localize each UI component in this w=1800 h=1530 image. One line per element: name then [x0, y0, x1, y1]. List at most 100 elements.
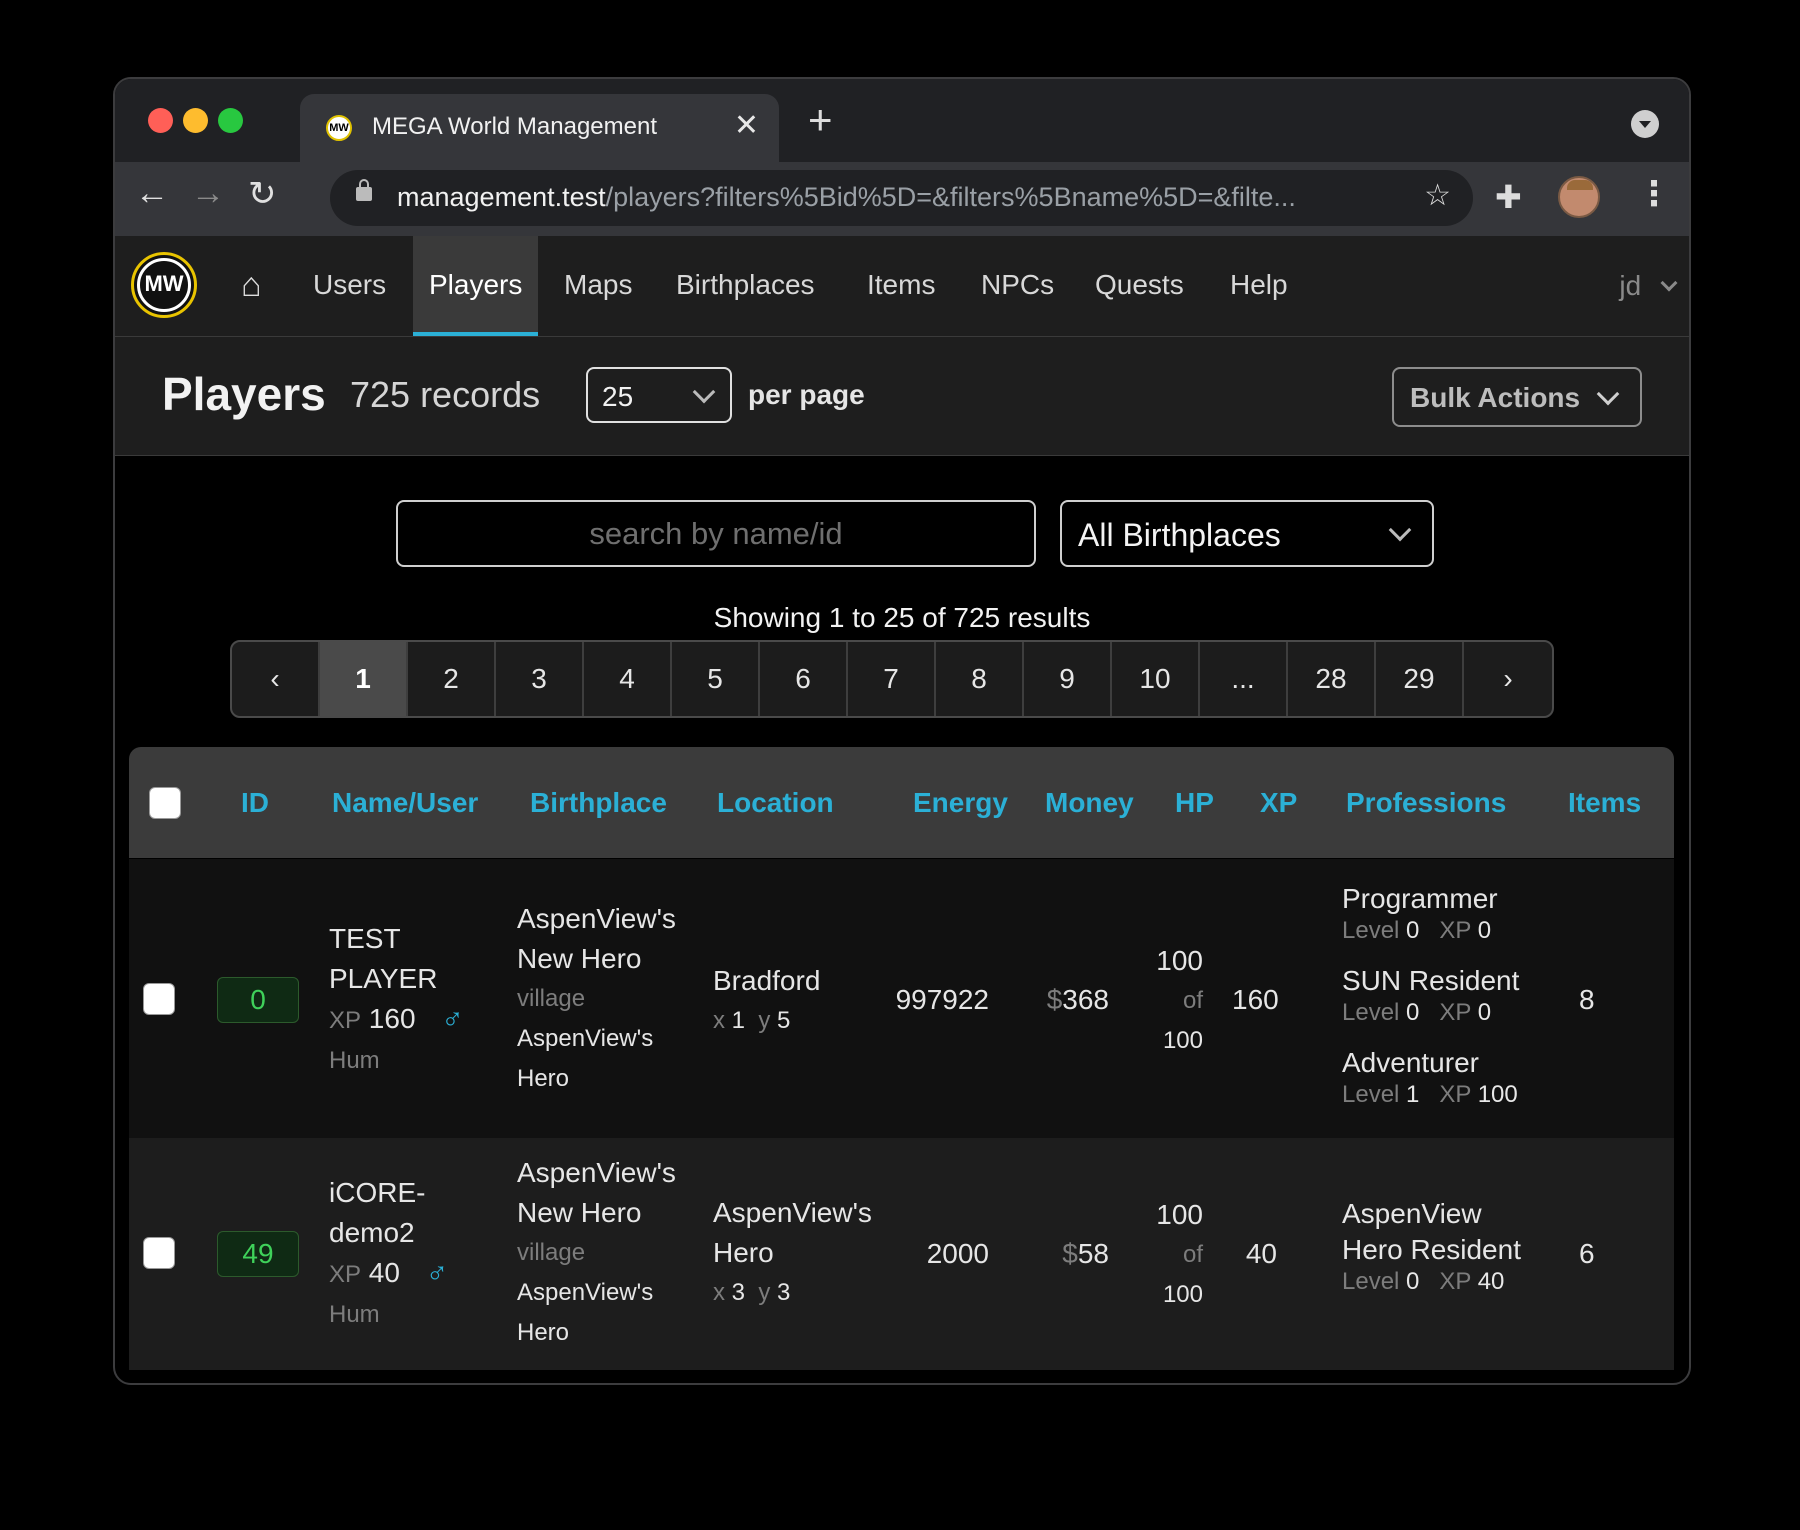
home-icon[interactable]: ⌂	[241, 266, 262, 305]
column-location[interactable]: Location	[717, 787, 834, 819]
profession-name-line1: AspenView	[1342, 1198, 1482, 1229]
profile-avatar[interactable]	[1558, 176, 1600, 218]
reload-icon[interactable]: ↻	[248, 174, 277, 214]
per-page-value: 25	[602, 381, 634, 412]
profession-xp: 0	[1477, 999, 1492, 1026]
browser-tab[interactable]: MW MEGA World Management ✕	[300, 94, 779, 162]
y-label: y	[758, 1279, 771, 1306]
forward-arrow-icon[interactable]: →	[191, 174, 225, 213]
prof-xp-label: XP	[1439, 917, 1472, 944]
page-link-1[interactable]: 1	[320, 642, 408, 716]
player-id-badge[interactable]: 49	[217, 1231, 299, 1277]
bulk-actions-button[interactable]: Bulk Actions	[1392, 367, 1642, 427]
money-sign: $	[1062, 1238, 1078, 1269]
nav-item-quests[interactable]: Quests	[1095, 236, 1184, 332]
nav-item-maps[interactable]: Maps	[564, 236, 632, 332]
page-link-2[interactable]: 2	[408, 642, 496, 716]
search-input[interactable]	[396, 500, 1036, 567]
logo-text: MW	[137, 258, 191, 312]
birthplace-cell: AspenView's New Hero village AspenView's…	[517, 1153, 676, 1353]
location-name-line1: AspenView's	[713, 1197, 872, 1228]
column-professions[interactable]: Professions	[1346, 787, 1506, 819]
minimize-window-button[interactable]	[183, 108, 208, 133]
items-count[interactable]: 6	[1579, 1234, 1595, 1274]
player-name[interactable]: iCORE- demo2 XP 40 ♂ Hum	[329, 1173, 448, 1335]
player-name-line1: TEST	[329, 923, 401, 954]
table-row[interactable]: 49 iCORE- demo2 XP 40 ♂ Hum AspenView's …	[129, 1138, 1674, 1370]
nav-item-help[interactable]: Help	[1230, 236, 1288, 332]
page-ellipsis: ...	[1200, 642, 1288, 716]
player-name[interactable]: TEST PLAYER XP 160 ♂ Hum	[329, 919, 464, 1081]
money-sign: $	[1046, 984, 1063, 1015]
prev-page-icon[interactable]: ‹	[232, 642, 320, 716]
birthplace-name-line2: New Hero	[517, 1197, 642, 1228]
hp-max: 100	[1162, 1027, 1203, 1054]
close-window-button[interactable]	[148, 108, 173, 133]
user-menu[interactable]: jd	[1619, 270, 1678, 302]
tab-close-icon[interactable]: ✕	[734, 108, 759, 143]
birthplace-map-line2: Hero	[517, 1319, 570, 1346]
page-link-9[interactable]: 9	[1024, 642, 1112, 716]
player-id-badge[interactable]: 0	[217, 977, 299, 1023]
column-items[interactable]: Items	[1568, 787, 1641, 819]
column-money[interactable]: Money	[1045, 787, 1134, 819]
profession-item: AspenView Hero Resident Level 0 XP 40	[1342, 1196, 1521, 1296]
column-energy[interactable]: Energy	[913, 787, 1008, 819]
table-header: ID Name/User Birthplace Location Energy …	[129, 747, 1674, 858]
maximize-window-button[interactable]	[218, 108, 243, 133]
extensions-puzzle-icon[interactable]: ✚	[1495, 178, 1522, 216]
column-name-user[interactable]: Name/User	[332, 787, 478, 819]
browser-menu-icon[interactable]: ⋮	[1637, 174, 1671, 214]
back-arrow-icon[interactable]: ←	[135, 174, 169, 213]
birthplace-name-line1: AspenView's	[517, 903, 676, 934]
nav-item-items[interactable]: Items	[867, 236, 935, 332]
address-bar[interactable]: management.test/players?filters%5Bid%5D=…	[330, 170, 1473, 226]
page-link-28[interactable]: 28	[1288, 642, 1376, 716]
profession-item: SUN Resident Level 0 XP 0	[1342, 963, 1519, 1027]
location-cell: Bradford x 1 y 5	[713, 961, 820, 1041]
hp-of: of	[1182, 1241, 1203, 1268]
page-link-8[interactable]: 8	[936, 642, 1024, 716]
birthplace-filter-select[interactable]: All Birthplaces	[1060, 500, 1434, 567]
level-label: Level	[1342, 1081, 1400, 1108]
next-page-icon[interactable]: ›	[1464, 642, 1552, 716]
column-id[interactable]: ID	[241, 787, 269, 819]
nav-item-npcs[interactable]: NPCs	[981, 236, 1054, 332]
nav-item-birthplaces[interactable]: Birthplaces	[676, 236, 815, 332]
bookmark-star-icon[interactable]: ☆	[1424, 178, 1451, 213]
nav-item-players[interactable]: Players	[413, 236, 539, 336]
profession-level: 0	[1406, 1268, 1420, 1295]
page-link-4[interactable]: 4	[584, 642, 672, 716]
url-host: management.test	[397, 182, 606, 212]
select-all-checkbox[interactable]	[149, 787, 181, 819]
url-text[interactable]: management.test/players?filters%5Bid%5D=…	[397, 182, 1397, 213]
page-link-6[interactable]: 6	[760, 642, 848, 716]
page-link-7[interactable]: 7	[848, 642, 936, 716]
bulk-actions-label: Bulk Actions	[1410, 382, 1581, 413]
per-page-select[interactable]: 25	[586, 367, 732, 423]
table-row[interactable]: 0 TEST PLAYER XP 160 ♂ Hum AspenView's N…	[129, 859, 1674, 1138]
row-checkbox[interactable]	[143, 983, 175, 1015]
favicon-icon: MW	[326, 115, 352, 141]
app-logo[interactable]: MW	[131, 252, 197, 318]
chevron-down-icon	[692, 380, 716, 404]
page-link-3[interactable]: 3	[496, 642, 584, 716]
row-checkbox[interactable]	[143, 1237, 175, 1269]
column-xp[interactable]: XP	[1260, 787, 1297, 819]
user-initials: jd	[1619, 270, 1642, 301]
new-tab-icon[interactable]: +	[808, 99, 833, 141]
nav-item-users[interactable]: Users	[313, 236, 386, 332]
lock-icon	[356, 179, 372, 201]
player-xp: 40	[368, 1257, 400, 1288]
chevron-down-icon	[1596, 382, 1620, 406]
xp-value: 160	[1232, 984, 1279, 1015]
page-link-5[interactable]: 5	[672, 642, 760, 716]
profession-xp: 100	[1477, 1081, 1518, 1108]
column-birthplace[interactable]: Birthplace	[530, 787, 667, 819]
tab-search-icon[interactable]	[1631, 110, 1659, 138]
hp-of: of	[1182, 987, 1203, 1014]
items-count[interactable]: 8	[1579, 980, 1595, 1020]
page-link-29[interactable]: 29	[1376, 642, 1464, 716]
column-hp[interactable]: HP	[1175, 787, 1214, 819]
page-link-10[interactable]: 10	[1112, 642, 1200, 716]
